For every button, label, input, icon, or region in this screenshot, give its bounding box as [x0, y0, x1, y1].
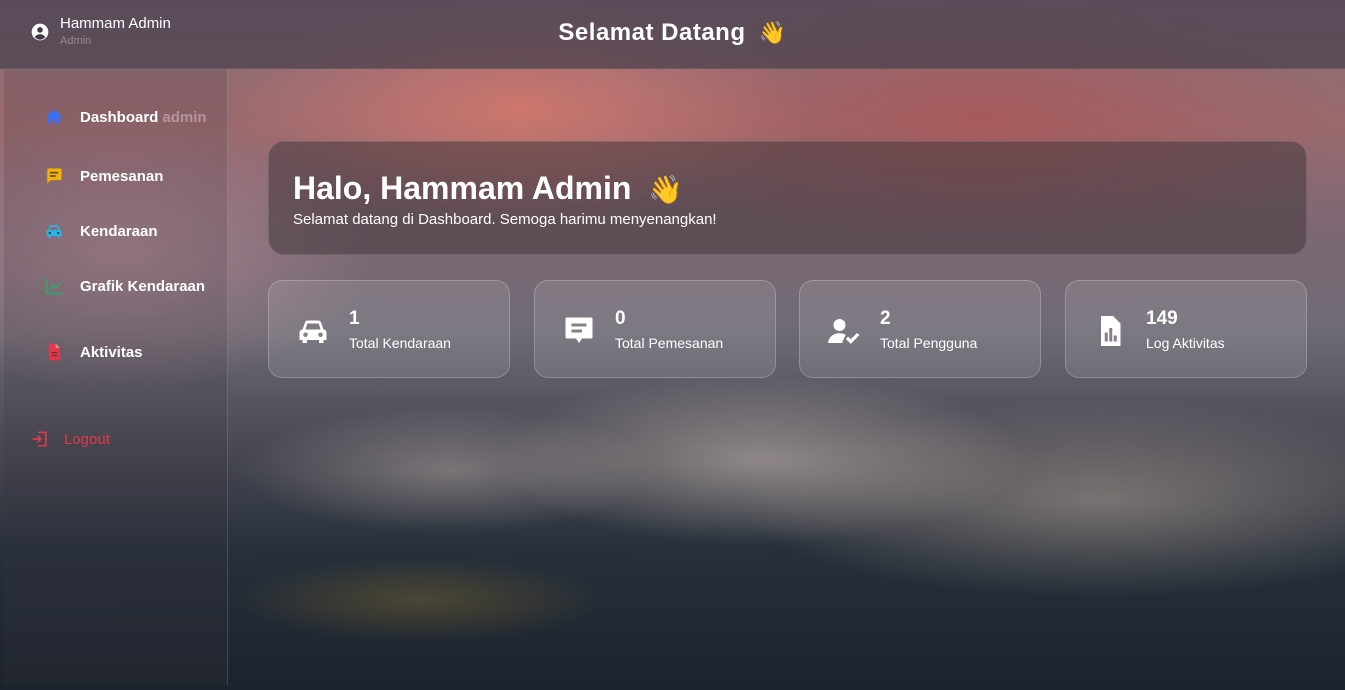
car-icon — [299, 320, 327, 343]
sidebar-item-pemesanan[interactable]: Pemesanan — [44, 166, 163, 186]
sidebar-item-kendaraan[interactable]: Kendaraan — [44, 221, 158, 241]
chart-line-icon — [44, 276, 64, 296]
waving-hand-emoji: 👋 — [758, 20, 787, 45]
stat-label: Total Pemesanan — [615, 335, 724, 351]
home-icon — [44, 107, 64, 127]
welcome-heading: Halo, Hammam Admin 👋 — [293, 170, 683, 207]
message-icon — [565, 317, 593, 343]
sidebar-item-grafik-kendaraan[interactable]: Grafik Kendaraan — [44, 276, 205, 296]
welcome-subtitle: Selamat datang di Dashboard. Semoga hari… — [293, 211, 717, 228]
waving-hand-emoji: 👋 — [648, 174, 684, 205]
page-title: Selamat Datang 👋 — [0, 19, 1345, 47]
message-icon — [44, 166, 64, 186]
top-bar: Hammam Admin Admin Selamat Datang 👋 — [0, 0, 1345, 69]
sidebar-item-aktivitas[interactable]: Aktivitas — [44, 342, 143, 362]
stat-label: Total Pengguna — [880, 335, 978, 351]
logout-button[interactable]: Logout — [30, 429, 110, 449]
user-check-icon — [828, 319, 860, 344]
file-icon — [44, 342, 64, 362]
welcome-heading-text: Halo, Hammam Admin — [293, 170, 632, 206]
stat-value: 2 — [880, 308, 891, 329]
stat-card-total-pemesanan[interactable]: 0 Total Pemesanan — [534, 280, 776, 378]
sidebar-item-label: Kendaraan — [80, 222, 158, 240]
stat-card-log-aktivitas[interactable]: 149 Log Aktivitas — [1065, 280, 1307, 378]
sidebar-item-label: Aktivitas — [80, 343, 143, 361]
sidebar-item-label: Grafik Kendaraan — [80, 277, 206, 295]
stat-value: 0 — [615, 308, 626, 329]
sidebar: Dashboard admin Pemesanan Kendaraan Graf… — [4, 69, 228, 685]
stat-value: 1 — [349, 308, 360, 329]
stat-card-total-pengguna[interactable]: 2 Total Pengguna — [799, 280, 1041, 378]
sidebar-item-label: Dashboard — [80, 108, 159, 126]
sidebar-item-suffix: admin — [162, 108, 207, 126]
logout-label: Logout — [64, 430, 110, 448]
sidebar-item-dashboard[interactable]: Dashboard admin — [44, 107, 207, 127]
stat-label: Log Aktivitas — [1146, 335, 1225, 351]
stat-value: 149 — [1146, 308, 1178, 329]
car-icon — [44, 221, 64, 241]
logout-icon — [30, 429, 50, 449]
sidebar-item-label: Pemesanan — [80, 167, 164, 185]
report-file-icon — [1101, 316, 1121, 346]
page-title-text: Selamat Datang — [558, 19, 746, 46]
stat-card-total-kendaraan[interactable]: 1 Total Kendaraan — [268, 280, 510, 378]
stat-label: Total Kendaraan — [349, 335, 451, 351]
welcome-card: Halo, Hammam Admin 👋 Selamat datang di D… — [268, 141, 1307, 255]
